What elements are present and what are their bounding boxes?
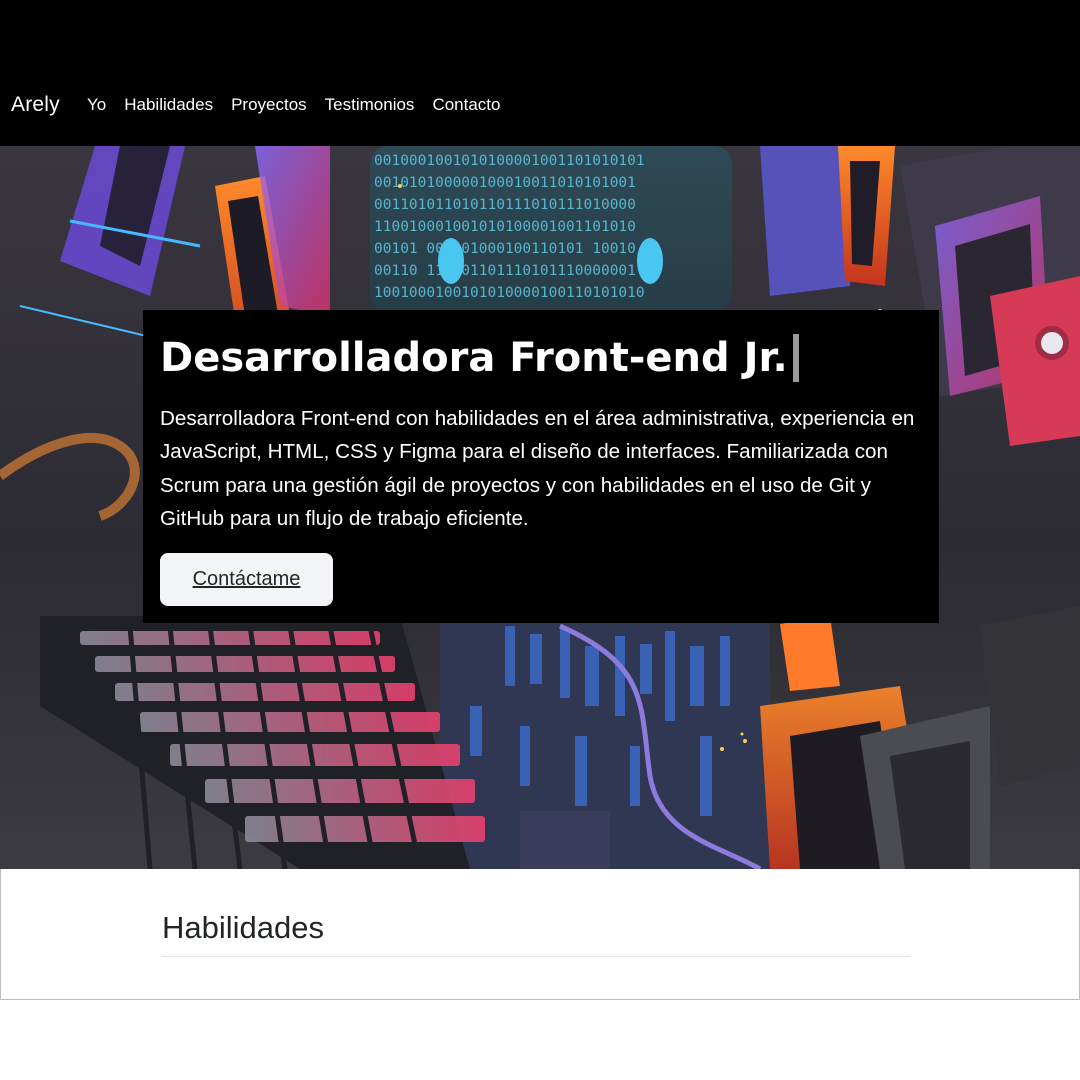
skills-heading: Habilidades [162,910,324,945]
svg-text:00101 000001000100110101 10010: 00101 000001000100110101 10010 [374,241,636,257]
brand-link[interactable]: Arely [11,93,60,117]
svg-text:100100010010101000010011010101: 1001000100101010000100110101010 [374,285,645,301]
nav-link-habilidades[interactable]: Habilidades [124,95,213,115]
hero-title-text: Desarrolladora Front-end Jr. [160,335,788,381]
nav-link-proyectos[interactable]: Proyectos [231,95,307,115]
hero-description: Desarrolladora Front-end con habilidades… [160,407,915,530]
svg-text:001101011010110111010111010000: 001101011010110111010111010000 [374,197,636,213]
nav-link-testimonios[interactable]: Testimonios [325,95,415,115]
main-nav: Yo Habilidades Proyectos Testimonios Con… [87,95,500,115]
svg-text:001010100000100010011010101001: 001010100000100010011010101001 [374,175,636,191]
typing-caret [792,334,799,382]
hero-section: 0010001001010100001001101010101 00101010… [0,146,1080,869]
svg-text:110010001001010100001001101010: 110010001001010100001001101010 [374,219,636,235]
skills-divider [162,956,910,957]
svg-text:001000100101010000100110101010: 0010001001010100001001101010101 [374,153,645,169]
left-eye-shape [438,238,464,284]
top-navbar: Arely Yo Habilidades Proyectos Testimoni… [0,0,1080,146]
hero-title: Desarrolladora Front-end Jr. [160,328,922,388]
nav-link-contacto[interactable]: Contacto [432,95,500,115]
hero-card: Desarrolladora Front-end Jr. Desarrollad… [143,310,939,623]
skills-section: Habilidades [0,869,1080,1000]
nav-link-yo[interactable]: Yo [87,95,106,115]
binary-code-text: 0010001001010100001001101010101 00101010… [374,153,645,301]
right-eye-shape [637,238,663,284]
contact-button[interactable]: Contáctame [160,553,333,607]
svg-text:00110 110101101110101110000001: 00110 110101101110101110000001 [374,263,636,279]
